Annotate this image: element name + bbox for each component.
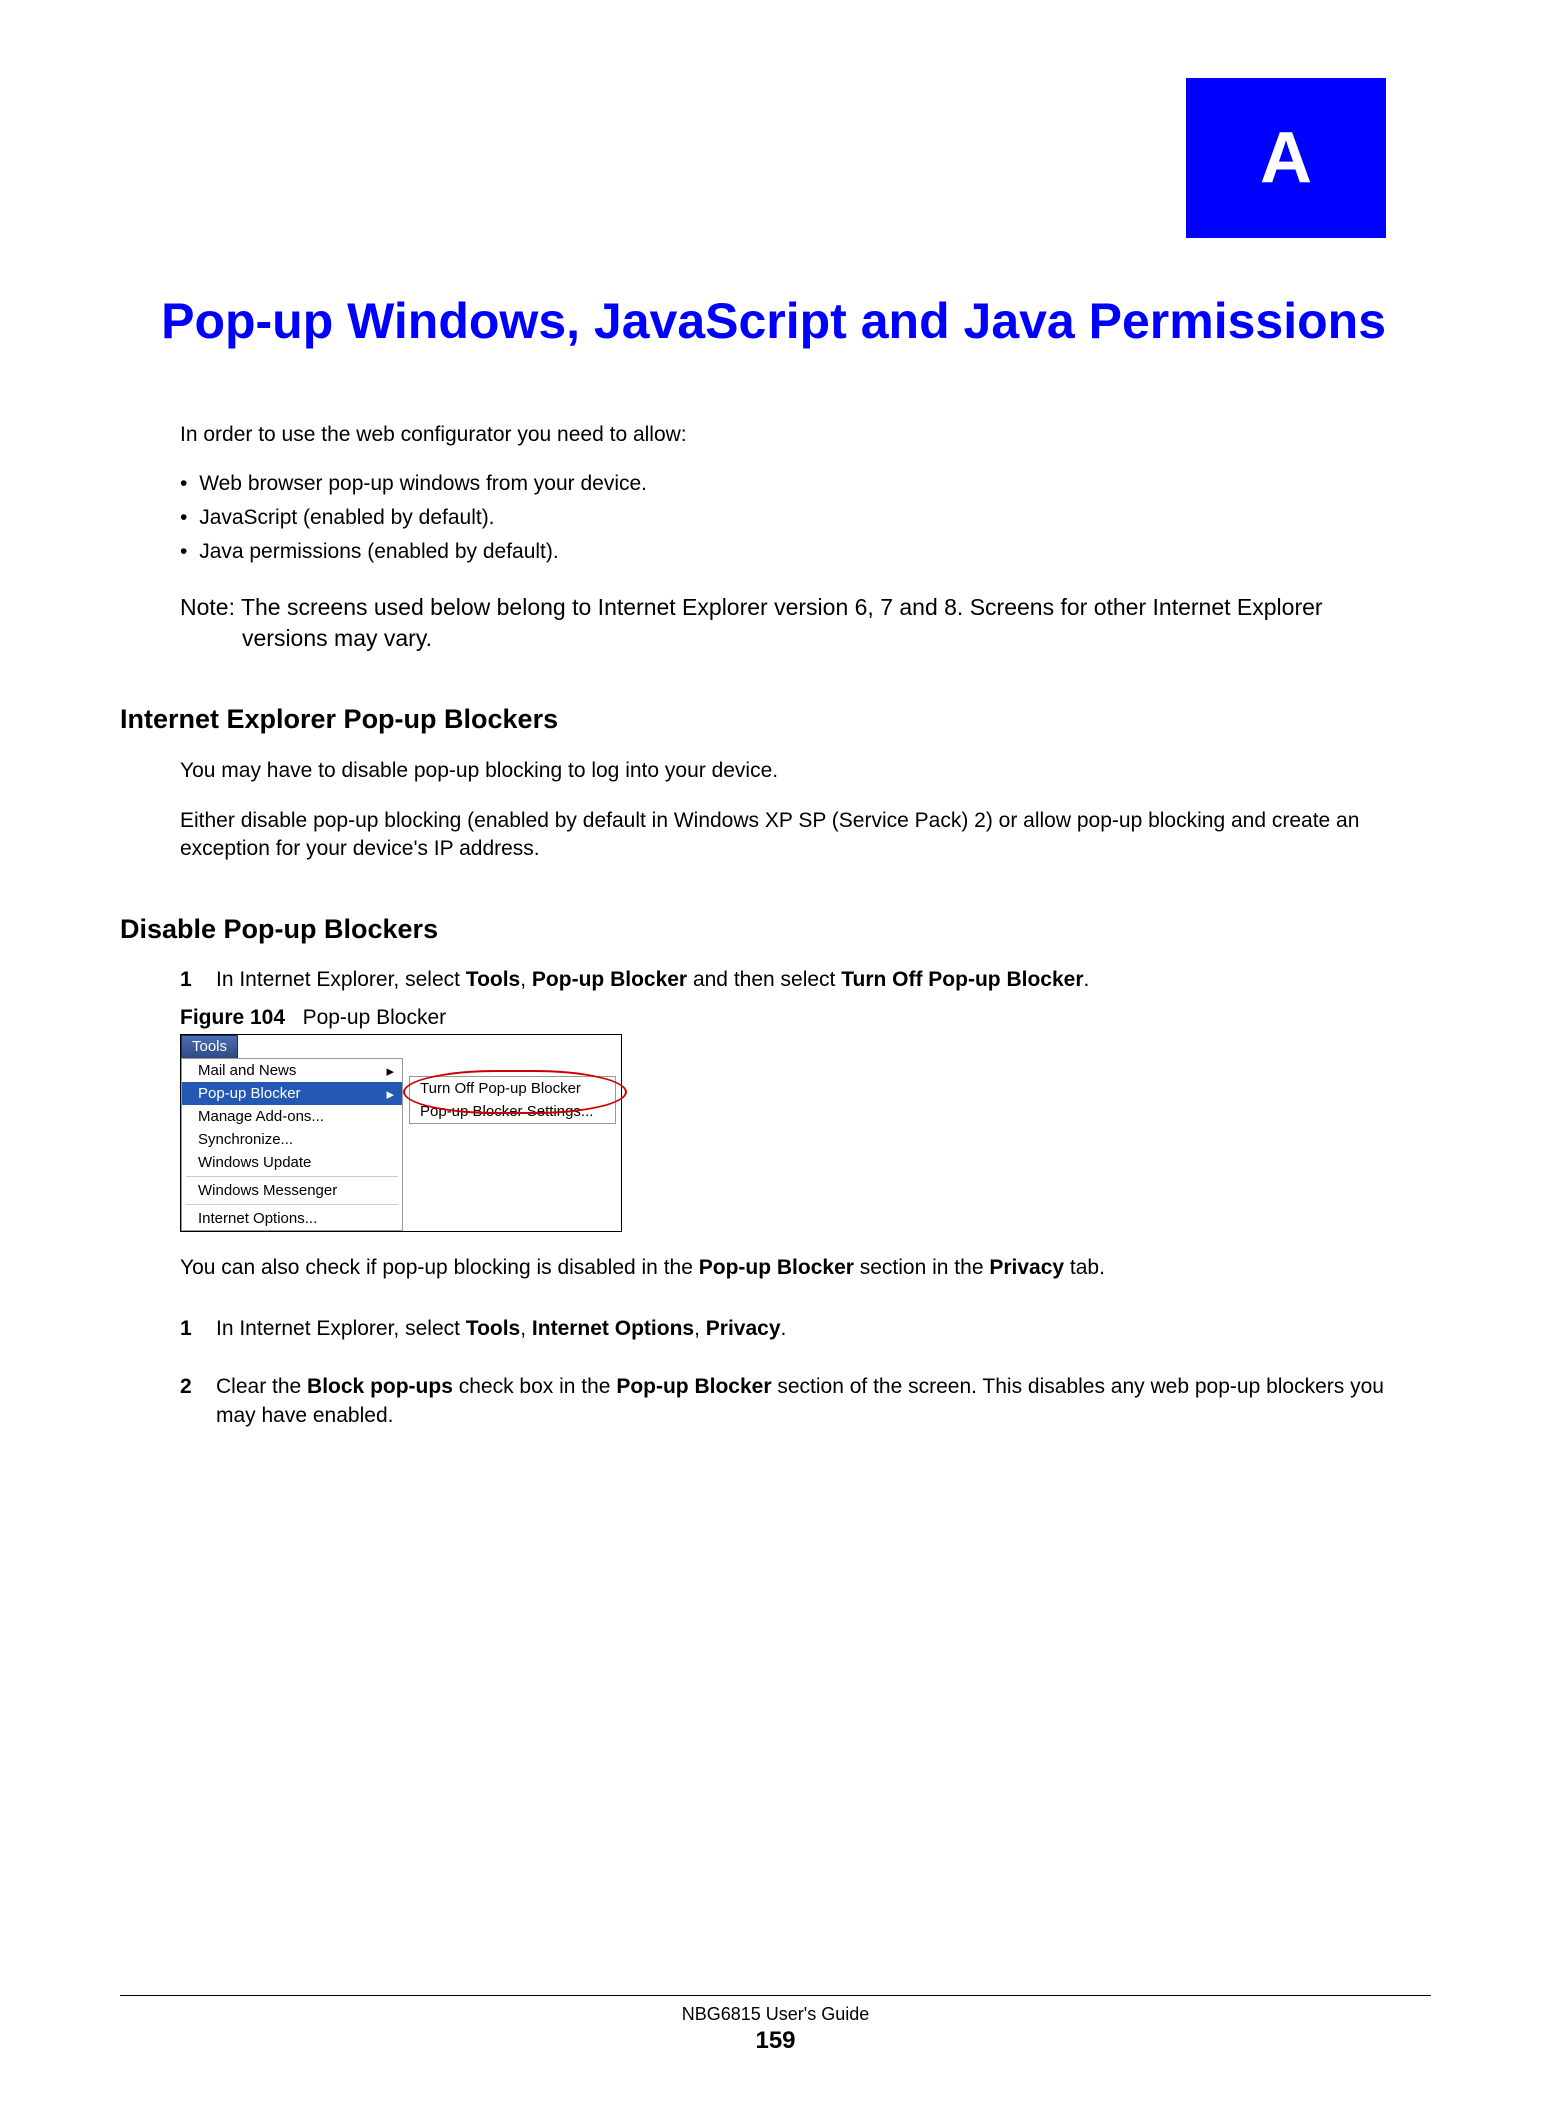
intro-bullets: Web browser pop-up windows from your dev… bbox=[180, 472, 1386, 564]
bold: Privacy bbox=[989, 1256, 1064, 1279]
bold: Tools bbox=[466, 968, 520, 991]
bold: Pop-up Blocker bbox=[616, 1375, 771, 1398]
step-number: 1 bbox=[180, 1314, 216, 1343]
menu-item-windows-update: Windows Update bbox=[182, 1151, 402, 1174]
step-text: In Internet Explorer, select Tools, Pop-… bbox=[216, 965, 1386, 994]
text: In Internet Explorer, select bbox=[216, 968, 466, 991]
menu-label: Mail and News bbox=[198, 1062, 296, 1079]
bold: Privacy bbox=[706, 1317, 781, 1340]
bold: Pop-up Blocker bbox=[699, 1256, 854, 1279]
section-heading-disable-popup: Disable Pop-up Blockers bbox=[120, 914, 1386, 945]
menu-label: Pop-up Blocker bbox=[198, 1085, 301, 1102]
step-1: 1 In Internet Explorer, select Tools, Po… bbox=[180, 965, 1386, 994]
chevron-right-icon: ▸ bbox=[386, 1062, 394, 1080]
text: You can also check if pop-up blocking is… bbox=[180, 1256, 699, 1279]
appendix-badge: A bbox=[1186, 78, 1386, 238]
bullet-item: Java permissions (enabled by default). bbox=[180, 540, 1386, 564]
figure-title: Pop-up Blocker bbox=[303, 1006, 447, 1029]
step-text: Clear the Block pop-ups check box in the… bbox=[216, 1372, 1386, 1431]
bold: Turn Off Pop-up Blocker bbox=[841, 968, 1083, 991]
footer-page-number: 159 bbox=[120, 2027, 1431, 2055]
bold: Internet Options bbox=[532, 1317, 694, 1340]
menu-item-internet-options: Internet Options... bbox=[182, 1207, 402, 1230]
menu-item-windows-messenger: Windows Messenger bbox=[182, 1179, 402, 1202]
step-b: 2 Clear the Block pop-ups check box in t… bbox=[180, 1372, 1386, 1431]
submenu-item-turn-off: Turn Off Pop-up Blocker bbox=[410, 1077, 615, 1100]
footer-guide-name: NBG6815 User's Guide bbox=[120, 2004, 1431, 2025]
text: section in the bbox=[854, 1256, 989, 1279]
text: In Internet Explorer, select bbox=[216, 1317, 466, 1340]
figure-screenshot: Tools Mail and News ▸ Pop-up Blocker ▸ M… bbox=[180, 1034, 622, 1232]
figure-caption: Figure 104 Pop-up Blocker bbox=[180, 1006, 1386, 1030]
bold: Tools bbox=[466, 1317, 520, 1340]
menu-item-manage-addons: Manage Add-ons... bbox=[182, 1105, 402, 1128]
body-paragraph: You may have to disable pop-up blocking … bbox=[180, 757, 1386, 785]
step-number: 1 bbox=[180, 965, 216, 994]
text: . bbox=[781, 1317, 787, 1340]
text: Clear the bbox=[216, 1375, 307, 1398]
step-number: 2 bbox=[180, 1372, 216, 1431]
after-figure-paragraph: You can also check if pop-up blocking is… bbox=[180, 1254, 1386, 1282]
text: , bbox=[520, 968, 532, 991]
popup-blocker-submenu: Turn Off Pop-up Blocker Pop-up Blocker S… bbox=[409, 1076, 616, 1124]
menu-item-mail-news: Mail and News ▸ bbox=[182, 1059, 402, 1082]
note-text: Note: The screens used below belong to I… bbox=[180, 592, 1386, 654]
text: check box in the bbox=[453, 1375, 616, 1398]
body-paragraph: Either disable pop-up blocking (enabled … bbox=[180, 807, 1386, 864]
menu-item-popup-blocker: Pop-up Blocker ▸ bbox=[182, 1082, 402, 1105]
intro-paragraph: In order to use the web configurator you… bbox=[180, 423, 1386, 447]
text: and then select bbox=[687, 968, 841, 991]
section-heading-ie-popup: Internet Explorer Pop-up Blockers bbox=[120, 704, 1386, 735]
step-text: In Internet Explorer, select Tools, Inte… bbox=[216, 1314, 1386, 1343]
menu-divider bbox=[186, 1176, 398, 1177]
tools-menu-button: Tools bbox=[181, 1035, 238, 1059]
page-footer: NBG6815 User's Guide 159 bbox=[120, 1995, 1431, 2055]
tools-dropdown-menu: Mail and News ▸ Pop-up Blocker ▸ Manage … bbox=[181, 1058, 403, 1231]
bullet-item: Web browser pop-up windows from your dev… bbox=[180, 472, 1386, 496]
text: tab. bbox=[1064, 1256, 1105, 1279]
bold: Pop-up Blocker bbox=[532, 968, 687, 991]
footer-rule bbox=[120, 1995, 1431, 1996]
figure-number: Figure 104 bbox=[180, 1006, 285, 1029]
bold: Block pop-ups bbox=[307, 1375, 453, 1398]
appendix-letter: A bbox=[1260, 117, 1312, 199]
chevron-right-icon: ▸ bbox=[386, 1085, 394, 1103]
menu-wrap: Mail and News ▸ Pop-up Blocker ▸ Manage … bbox=[181, 1058, 621, 1231]
menu-divider bbox=[186, 1204, 398, 1205]
chapter-title: Pop-up Windows, JavaScript and Java Perm… bbox=[120, 290, 1386, 353]
text: . bbox=[1084, 968, 1090, 991]
step-a: 1 In Internet Explorer, select Tools, In… bbox=[180, 1314, 1386, 1343]
bullet-item: JavaScript (enabled by default). bbox=[180, 506, 1386, 530]
text: , bbox=[694, 1317, 706, 1340]
text: , bbox=[520, 1317, 532, 1340]
submenu-item-settings: Pop-up Blocker Settings... bbox=[410, 1100, 615, 1123]
menu-item-synchronize: Synchronize... bbox=[182, 1128, 402, 1151]
